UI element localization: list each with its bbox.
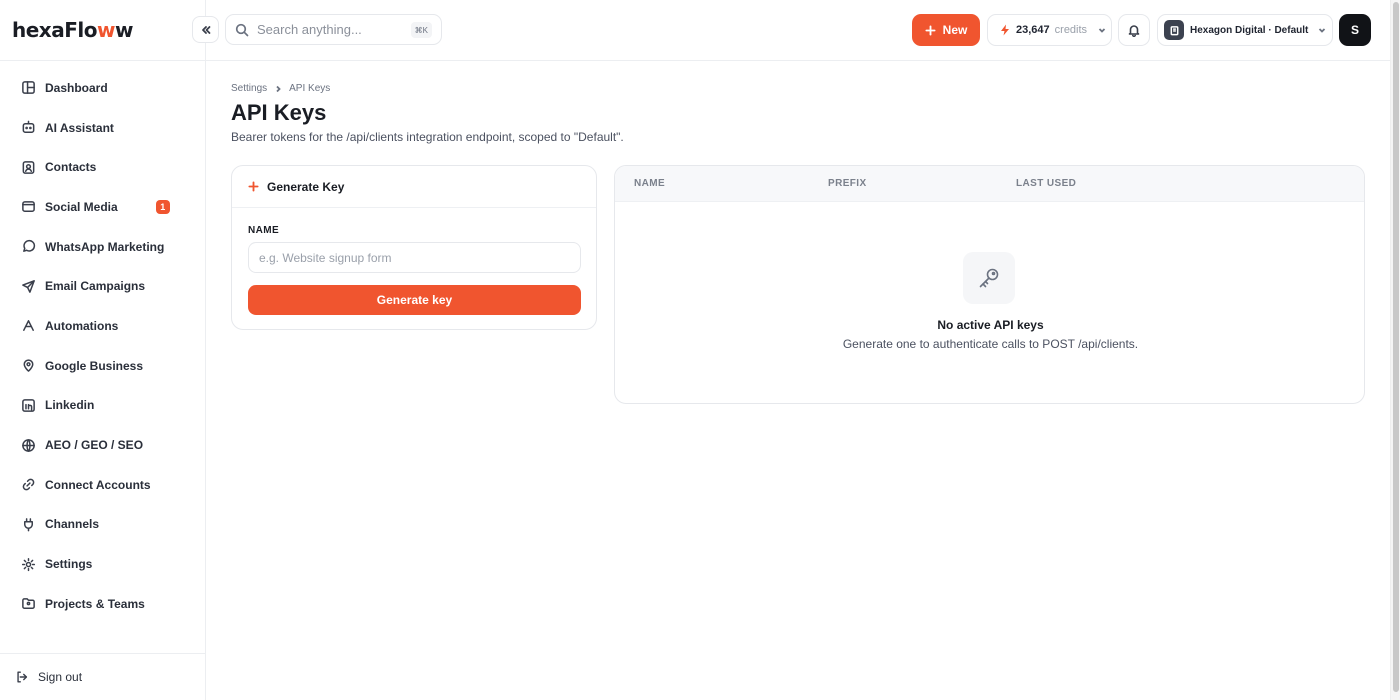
user-initial: S <box>1350 23 1359 37</box>
whatsapp-icon <box>20 239 36 255</box>
breadcrumb: Settings API Keys <box>231 83 330 94</box>
workspace-avatar <box>1164 20 1184 40</box>
bell-icon <box>1128 25 1140 37</box>
plus-icon <box>248 181 259 192</box>
gear-icon <box>20 556 36 572</box>
sidebar-item-automations[interactable]: Automations <box>0 306 206 346</box>
sidebar-nav: Dashboard AI Assistant Contacts Social M… <box>0 68 206 624</box>
credits-dropdown[interactable]: 23,647 credits <box>987 14 1112 46</box>
empty-state-title: No active API keys <box>937 318 1044 332</box>
globe-icon <box>20 437 36 453</box>
name-field-label: NAME <box>248 225 280 236</box>
sidebar-item-aeo-geo-seo[interactable]: AEO / GEO / SEO <box>0 425 206 465</box>
generate-key-button[interactable]: Generate key <box>248 285 581 315</box>
credits-label: credits <box>1054 24 1088 36</box>
table-header: NAME PREFIX LAST USED <box>615 166 1364 202</box>
lightning-icon <box>1001 24 1009 36</box>
sidebar-item-label: Google Business <box>45 358 144 373</box>
key-icon <box>963 252 1015 304</box>
column-header-name: NAME <box>634 178 666 189</box>
sidebar-item-whatsapp[interactable]: WhatsApp Marketing <box>0 227 206 267</box>
scrollbar-thumb[interactable] <box>1393 2 1399 692</box>
sidebar-item-label: Automations <box>45 318 119 333</box>
sidebar-item-connect-accounts[interactable]: Connect Accounts <box>0 465 206 505</box>
sidebar-item-social-media[interactable]: Social Media 1 <box>0 187 206 227</box>
contacts-icon <box>20 159 36 175</box>
plus-icon <box>925 24 936 36</box>
page-title: API Keys <box>231 100 327 125</box>
generate-key-card: Generate Key NAME Generate key <box>231 165 597 330</box>
key-name-input[interactable] <box>248 242 581 273</box>
workspace-name: Hexagon Digital · Default <box>1190 24 1309 36</box>
chevrons-left-icon <box>201 25 210 34</box>
empty-state-subtitle: Generate one to authenticate calls to PO… <box>842 337 1139 351</box>
shortcut-hint: ⌘K <box>410 22 432 38</box>
sidebar: hexaFlo w w Dashboard AI Assistant Contact… <box>0 0 206 700</box>
sidebar-item-channels[interactable]: Channels <box>0 505 206 545</box>
sidebar-item-label: Settings <box>45 557 93 572</box>
dashboard-icon <box>20 80 36 96</box>
card-header: Generate Key <box>232 166 596 208</box>
sidebar-item-label: AEO / GEO / SEO <box>45 438 144 453</box>
sidebar-item-label: Contacts <box>45 160 97 175</box>
sign-out-button[interactable]: Sign out <box>15 666 82 688</box>
app-logo[interactable]: hexaFlo w w <box>12 16 133 44</box>
sidebar-item-label: Linkedin <box>45 398 95 413</box>
breadcrumb-current: API Keys <box>289 83 331 94</box>
new-button[interactable]: New <box>912 14 980 46</box>
page-scrollbar[interactable] <box>1390 0 1400 700</box>
sidebar-item-contacts[interactable]: Contacts <box>0 147 206 187</box>
chevron-down-icon <box>1319 28 1326 33</box>
sidebar-item-label: Channels <box>45 517 100 532</box>
social-media-icon <box>20 199 36 215</box>
notifications-button[interactable] <box>1118 14 1150 46</box>
sidebar-item-projects-teams[interactable]: Projects & Teams <box>0 584 206 624</box>
collapse-sidebar-button[interactable] <box>192 16 219 43</box>
sidebar-item-email-campaigns[interactable]: Email Campaigns <box>0 266 206 306</box>
search-icon <box>235 23 249 36</box>
automations-icon <box>20 318 36 334</box>
card-title: Generate Key <box>267 179 345 194</box>
sidebar-item-label: Connect Accounts <box>45 477 151 492</box>
link-icon <box>20 477 36 493</box>
search-bar[interactable]: ⌘K <box>225 14 442 45</box>
api-keys-table: NAME PREFIX LAST USED No active API keys… <box>614 165 1365 404</box>
folder-users-icon <box>20 596 36 612</box>
plug-icon <box>20 516 36 532</box>
logout-icon <box>17 671 28 683</box>
sidebar-item-settings[interactable]: Settings <box>0 544 206 584</box>
credits-count: 23,647 <box>1016 24 1050 36</box>
chevron-down-icon <box>1098 28 1106 33</box>
sidebar-item-dashboard[interactable]: Dashboard <box>0 68 206 108</box>
page-subtitle: Bearer tokens for the /api/clients integ… <box>231 130 624 144</box>
building-icon <box>1170 25 1178 35</box>
column-header-last-used: LAST USED <box>1016 178 1077 189</box>
search-input[interactable] <box>257 22 407 37</box>
linkedin-icon <box>20 397 36 413</box>
map-pin-icon <box>20 358 36 374</box>
divider <box>0 653 206 654</box>
sidebar-item-label: Email Campaigns <box>45 279 146 294</box>
sidebar-item-linkedin[interactable]: Linkedin <box>0 386 206 426</box>
sidebar-item-google-business[interactable]: Google Business <box>0 346 206 386</box>
sign-out-label: Sign out <box>38 670 83 684</box>
bot-icon <box>20 120 36 136</box>
send-icon <box>20 278 36 294</box>
chevron-right-icon <box>276 85 281 92</box>
sidebar-item-label: Social Media <box>45 199 118 214</box>
column-header-prefix: PREFIX <box>828 178 867 189</box>
workspace-switcher[interactable]: Hexagon Digital · Default <box>1157 14 1333 46</box>
user-avatar-button[interactable]: S <box>1339 14 1371 46</box>
divider <box>0 60 206 61</box>
sidebar-item-label: Dashboard <box>45 80 108 95</box>
notification-badge: 1 <box>155 199 170 214</box>
sidebar-item-label: AI Assistant <box>45 120 114 135</box>
sidebar-item-label: WhatsApp Marketing <box>45 239 165 254</box>
breadcrumb-settings-link[interactable]: Settings <box>231 83 267 94</box>
new-button-label: New <box>942 23 968 37</box>
sidebar-item-label: Projects & Teams <box>45 596 145 611</box>
sidebar-item-ai-assistant[interactable]: AI Assistant <box>0 108 206 148</box>
